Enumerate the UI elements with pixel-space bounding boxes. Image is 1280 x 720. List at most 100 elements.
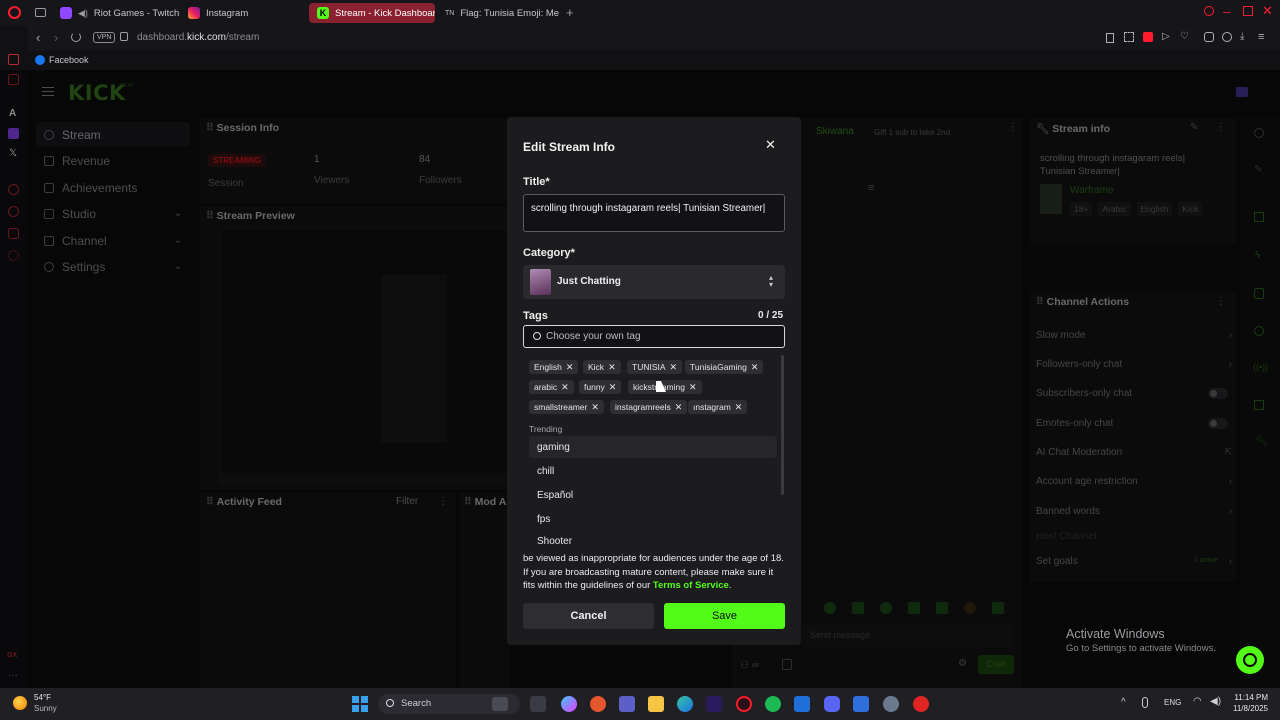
- clock-date[interactable]: 11/8/2025: [1228, 704, 1268, 713]
- tab-emojipedia[interactable]: TN Flag: Tunisia Emoji: Me: [437, 3, 561, 23]
- taskbar-search[interactable]: Search: [378, 694, 520, 714]
- wifi-icon[interactable]: ◠: [1193, 696, 1202, 707]
- remove-tag-icon[interactable]: ✕: [608, 362, 616, 373]
- tab-label: Flag: Tunisia Emoji: Me: [460, 7, 560, 19]
- title-input[interactable]: scrolling through instagaram reels| Tuni…: [523, 194, 785, 232]
- vpn-badge[interactable]: VPN: [93, 32, 116, 43]
- app-icon[interactable]: [853, 696, 869, 712]
- trending-option[interactable]: gaming: [529, 436, 777, 458]
- save-button[interactable]: Save: [664, 603, 785, 629]
- close-icon[interactable]: ✕: [765, 137, 776, 153]
- edge-icon[interactable]: [677, 696, 693, 712]
- browser-tab-bar: ◀) Riot Games - Twitch Instagram K Strea…: [0, 0, 1280, 26]
- remove-tag-icon[interactable]: ✕: [566, 362, 574, 373]
- microphone-icon[interactable]: [1142, 697, 1148, 708]
- copilot-icon[interactable]: [561, 696, 577, 712]
- remove-tag-icon[interactable]: ✕: [591, 402, 599, 413]
- tab-manager-icon[interactable]: [35, 8, 46, 17]
- play-icon[interactable]: ▷: [1162, 31, 1170, 42]
- new-tab-button[interactable]: +: [566, 5, 574, 20]
- category-label: Category*: [523, 247, 575, 259]
- teams-icon[interactable]: [619, 696, 635, 712]
- opera-logo-icon[interactable]: [8, 6, 21, 19]
- search-highlight-icon: [492, 697, 508, 711]
- tab-kick-dashboard[interactable]: K Stream - Kick Dashboard: [309, 3, 435, 23]
- tag-chip[interactable]: instagramreels ✕: [610, 400, 688, 414]
- tag-chip[interactable]: Kick ✕: [583, 360, 621, 374]
- spotify-icon[interactable]: [765, 696, 781, 712]
- profile-icon[interactable]: [1222, 32, 1232, 42]
- select-arrows-icon: ▴ ▾: [769, 273, 774, 289]
- remove-tag-icon[interactable]: ✕: [675, 402, 683, 413]
- support-chat-button[interactable]: [1236, 646, 1264, 674]
- cancel-button[interactable]: Cancel: [523, 603, 654, 629]
- menu-icon[interactable]: ≡: [1258, 31, 1264, 43]
- twitch-sidebar-icon[interactable]: [8, 54, 19, 65]
- trending-option[interactable]: fps: [529, 508, 777, 530]
- kick-icon: K: [317, 7, 329, 19]
- tag-chip[interactable]: ınstagram ✕: [688, 400, 748, 414]
- minimize-button[interactable]: –: [1223, 4, 1230, 19]
- record-app-icon[interactable]: [913, 696, 929, 712]
- remove-tag-icon[interactable]: ✕: [751, 362, 759, 373]
- chevron-up-icon[interactable]: ^: [1121, 697, 1126, 708]
- search-tabs-icon[interactable]: [1204, 6, 1214, 16]
- forward-button[interactable]: ›: [54, 30, 58, 45]
- trending-label: Trending: [529, 424, 563, 434]
- opera-shield-icon[interactable]: [1143, 32, 1153, 42]
- category-select[interactable]: Just Chatting ▴ ▾: [523, 265, 785, 299]
- modal-title: Edit Stream Info: [523, 140, 616, 154]
- trending-option[interactable]: Español: [529, 484, 777, 506]
- close-window-button[interactable]: ✕: [1262, 3, 1273, 19]
- remove-tag-icon[interactable]: ✕: [561, 382, 569, 393]
- extensions-icon[interactable]: [1204, 32, 1214, 42]
- weather-icon[interactable]: [13, 696, 27, 710]
- snapshot-icon[interactable]: [1124, 32, 1134, 42]
- weather-temp: 54°F: [34, 693, 51, 702]
- tab-instagram[interactable]: Instagram: [180, 3, 304, 23]
- windows-start-icon[interactable]: [352, 696, 368, 712]
- language-indicator[interactable]: ENG: [1164, 698, 1181, 707]
- settings-icon[interactable]: [883, 696, 899, 712]
- tab-label: Riot Games - Twitch: [93, 7, 180, 19]
- app-icon[interactable]: [590, 696, 606, 712]
- tag-chip[interactable]: TunisiaGaming ✕: [685, 360, 764, 374]
- back-button[interactable]: ‹: [36, 30, 40, 45]
- trending-option[interactable]: Shooter: [529, 532, 777, 550]
- heart-icon[interactable]: ♡: [1180, 31, 1189, 42]
- reload-icon[interactable]: [71, 32, 81, 42]
- dropdown-scrollbar[interactable]: [781, 355, 784, 495]
- terms-of-service-link[interactable]: Terms of Service: [653, 580, 729, 591]
- pin-icon[interactable]: [1106, 33, 1114, 43]
- tags-count: 0 / 25: [758, 310, 784, 321]
- opera-gx-icon[interactable]: [736, 696, 752, 712]
- facebook-icon: [35, 55, 45, 65]
- volume-icon[interactable]: ◀): [1210, 696, 1221, 707]
- tag-placeholder: Choose your own tag: [546, 331, 641, 342]
- headset-icon: [1243, 653, 1257, 667]
- tag-chip[interactable]: smallstreamer ✕: [529, 400, 604, 414]
- tag-chip[interactable]: funny ✕: [579, 380, 622, 394]
- edit-stream-info-modal: Edit Stream Info ✕ Title* scrolling thro…: [507, 117, 801, 645]
- file-explorer-icon[interactable]: [648, 696, 664, 712]
- store-icon[interactable]: [794, 696, 810, 712]
- maximize-button[interactable]: [1243, 6, 1253, 16]
- tag-chip[interactable]: arabic ✕: [529, 380, 574, 394]
- premiere-icon[interactable]: [706, 696, 722, 712]
- discord-icon[interactable]: [824, 696, 840, 712]
- tag-chip[interactable]: TUNISIA ✕: [627, 360, 683, 374]
- remove-tag-icon[interactable]: ✕: [735, 402, 743, 413]
- trending-option[interactable]: chill: [529, 460, 777, 482]
- weather-desc: Sunny: [34, 704, 57, 713]
- tag-search-input[interactable]: Choose your own tag: [523, 325, 785, 348]
- clock-time[interactable]: 11:14 PM: [1232, 693, 1268, 702]
- tag-chip[interactable]: English ✕: [529, 360, 579, 374]
- remove-tag-icon[interactable]: ✕: [670, 362, 678, 373]
- url-field[interactable]: dashboard.kick.com/stream: [137, 32, 259, 43]
- bookmark-facebook[interactable]: Facebook: [49, 55, 89, 65]
- tab-twitch[interactable]: ◀) Riot Games - Twitch: [52, 3, 180, 23]
- download-icon[interactable]: ⤓: [1240, 31, 1244, 42]
- task-view-icon[interactable]: [530, 696, 546, 712]
- remove-tag-icon[interactable]: ✕: [689, 382, 697, 393]
- remove-tag-icon[interactable]: ✕: [609, 382, 617, 393]
